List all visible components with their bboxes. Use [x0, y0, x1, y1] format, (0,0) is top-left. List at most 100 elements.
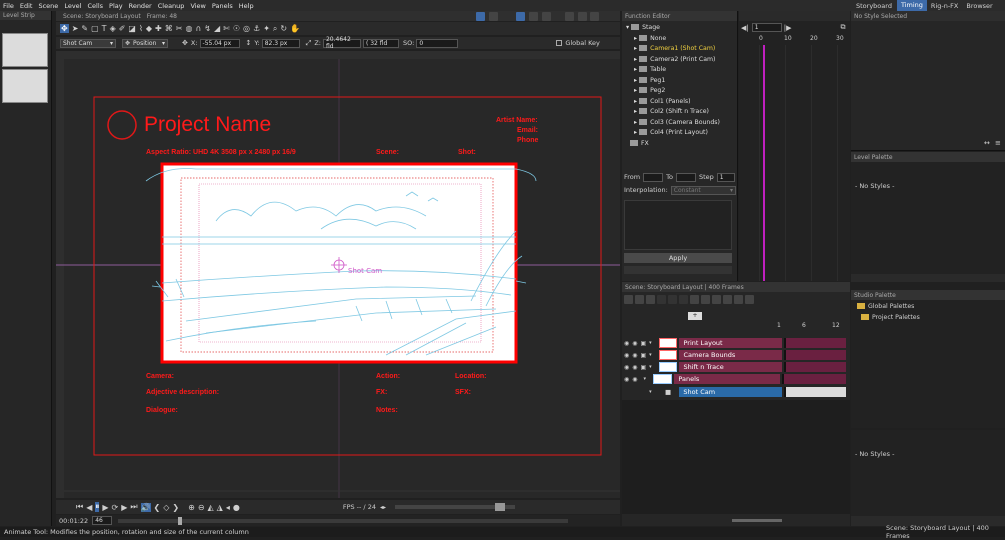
camstand-icon[interactable]: ◉ [632, 364, 637, 371]
paint-tool-icon[interactable]: ✐ [119, 24, 126, 33]
global-key-checkbox[interactable] [556, 40, 563, 46]
zoom-out-icon[interactable]: ⊖ [198, 503, 205, 512]
tree-item-peg2[interactable]: ▸ Peg2 [626, 86, 738, 97]
iron-tool-icon[interactable]: ◢ [214, 24, 220, 33]
tape-tool-icon[interactable]: ⌇ [139, 24, 143, 33]
menu-scene[interactable]: Scene [38, 2, 58, 10]
camstand-icon[interactable]: ◉ [632, 376, 637, 383]
eye-icon[interactable]: ◉ [624, 352, 629, 359]
level-thumbnail[interactable] [2, 33, 48, 67]
eye-icon[interactable] [577, 12, 587, 21]
plastic-tool-icon[interactable]: ✦ [263, 24, 270, 33]
tree-item-stage[interactable]: ▾ Stage [626, 23, 738, 34]
expand-icon[interactable]: ▾ [649, 340, 652, 346]
grid-icon[interactable] [488, 12, 498, 21]
from-field[interactable] [643, 172, 664, 182]
lock-icon[interactable]: ▣ [641, 352, 647, 359]
table-icon[interactable] [528, 12, 538, 21]
new-level-icon[interactable] [624, 295, 633, 304]
camera-icon[interactable] [515, 12, 525, 21]
control-point-icon[interactable]: ⌘ [165, 24, 173, 33]
menu-play[interactable]: Play [109, 2, 123, 10]
layer-cells[interactable] [784, 350, 846, 360]
level-thumbnail[interactable] [2, 69, 48, 103]
tree-item-col4[interactable]: ▸ Col4 (Print Layout) [626, 128, 738, 139]
fit-icon[interactable]: ◂ [226, 503, 230, 512]
tracker-tool-icon[interactable]: ◎ [243, 24, 250, 33]
add-column-button[interactable]: + [688, 312, 702, 320]
eye-icon[interactable]: ◉ [624, 364, 629, 371]
xsheet-zoom-slider[interactable] [732, 519, 782, 522]
frame-field[interactable]: 46 [92, 516, 113, 525]
expand-arrows-icon[interactable]: ↔ [984, 139, 990, 147]
reframe2-icon[interactable] [668, 295, 677, 304]
menu-edit[interactable]: Edit [20, 2, 33, 10]
menu-help[interactable]: Help [239, 2, 254, 10]
tree-item-fx[interactable]: FX [626, 139, 738, 150]
tab-timing[interactable]: Timing [896, 0, 927, 11]
pause-icon[interactable] [564, 12, 574, 21]
pump-tool-icon[interactable]: ◍ [185, 24, 192, 33]
rotate-tool-icon[interactable]: ↻ [280, 24, 287, 33]
frame-slider[interactable] [118, 516, 569, 525]
interpolation-select[interactable]: Constant ▾ [670, 185, 736, 195]
curve-frame-field[interactable]: 1 [751, 23, 782, 32]
lights-icon[interactable] [541, 12, 551, 21]
zoom-in-icon[interactable]: ⊕ [188, 503, 195, 512]
step-field[interactable]: 1 [716, 172, 735, 182]
tab-storyboard[interactable]: Storyboard [851, 2, 897, 10]
toggle-icon[interactable]: ⧉ [841, 23, 846, 32]
type-tool-icon[interactable]: T [102, 24, 107, 33]
object-select[interactable]: Shot Cam ▾ [60, 38, 116, 48]
to-field[interactable] [675, 172, 696, 182]
tree-item-camera2[interactable]: ▸ Camera2 (Print Cam) [626, 55, 738, 66]
camstand-icon[interactable]: ◉ [632, 352, 637, 359]
first-frame-icon[interactable]: ⏮ [76, 502, 83, 512]
xsheet-layer-row[interactable]: ◉ ◉ ▣ ▾ Print Layout [622, 337, 846, 349]
tab-rig-fx[interactable]: Rig-n-FX [927, 2, 962, 10]
dot-icon[interactable]: ● [233, 503, 240, 512]
xsheet-layer-row[interactable]: ◉ ◉ ▣ ▾ ■ Shot Cam [622, 386, 846, 398]
apply-button[interactable]: Apply [624, 253, 732, 263]
menu-icon[interactable]: ≡ [995, 139, 1001, 147]
new-raster-icon[interactable] [635, 295, 644, 304]
insert-icon[interactable] [712, 295, 721, 304]
tree-item-table[interactable]: ▸ Table [626, 65, 738, 76]
reframe3-icon[interactable] [679, 295, 688, 304]
lock-icon[interactable]: ▣ [641, 364, 647, 371]
duplicate-icon[interactable] [701, 295, 710, 304]
options-icon[interactable] [745, 295, 754, 304]
loop-icon[interactable]: ⟳ [112, 503, 119, 512]
pinch-tool-icon[interactable]: ✂ [176, 24, 183, 33]
xsheet-layer-row[interactable]: ◉ ◉ ▣ ▾ Camera Bounds [622, 349, 846, 361]
next-frame-icon[interactable]: ▶ [121, 503, 127, 512]
magnet-tool-icon[interactable]: ∩ [195, 24, 201, 33]
studio-palette-item[interactable]: Global Palettes [857, 303, 914, 310]
layer-cells[interactable] [784, 387, 846, 397]
next-key-icon[interactable]: ❯ [172, 503, 179, 512]
last-frame-icon[interactable]: ⏭ [130, 502, 137, 512]
tree-item-col2[interactable]: ▸ Col2 (Shift n Trace) [626, 107, 738, 118]
expand-icon[interactable]: ▾ [649, 389, 652, 395]
zoom-tool-icon[interactable]: ⌕ [273, 24, 277, 34]
menu-render[interactable]: Render [129, 2, 152, 10]
layer-cells[interactable] [784, 362, 846, 372]
studio-palette-item[interactable]: Project Palettes [861, 314, 920, 321]
y-field[interactable]: 82.3 px [261, 38, 300, 48]
viewer-canvas[interactable]: Project Name Artist Name: Email: Phone A… [56, 51, 620, 498]
export-icon[interactable] [723, 295, 732, 304]
rgb-picker-icon[interactable]: ✚ [155, 24, 162, 33]
cutter-tool-icon[interactable]: ✄ [223, 24, 230, 33]
eye-icon[interactable]: ◉ [624, 340, 629, 347]
menu-file[interactable]: File [3, 2, 14, 10]
menu-cells[interactable]: Cells [87, 2, 103, 10]
geometric-tool-icon[interactable]: ▢ [91, 24, 99, 33]
brush-tool-icon[interactable]: ✎ [81, 24, 88, 33]
pause-button-icon[interactable]: ⏸ [95, 502, 100, 512]
layer-cells[interactable] [784, 338, 846, 348]
x-field[interactable]: -55.04 px [199, 38, 240, 48]
hook-tool-icon[interactable]: ⚓ [253, 24, 260, 33]
flip-icon[interactable]: ◭ [208, 503, 214, 512]
z-field[interactable]: 20.4642 fld [322, 36, 361, 50]
mode-select[interactable]: ✥ Position ▾ [122, 38, 168, 48]
